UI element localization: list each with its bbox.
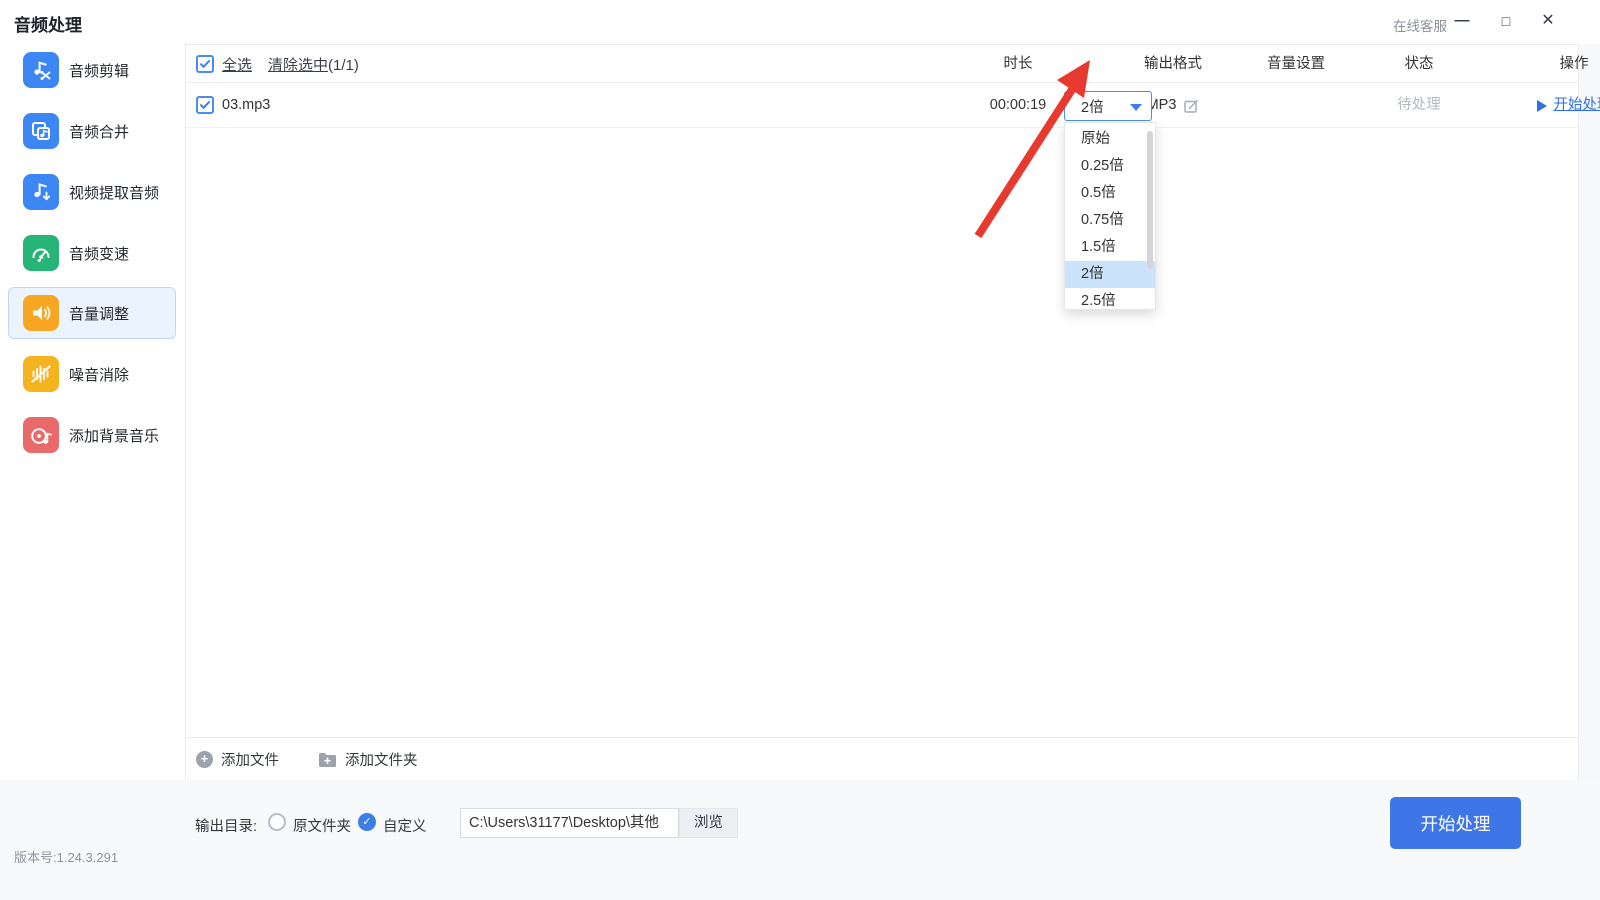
folder-plus-icon (319, 752, 336, 767)
play-icon (1536, 99, 1547, 112)
sidebar-item-audio-merge[interactable]: 音频合并 (8, 105, 176, 157)
maximize-button[interactable]: □ (1492, 8, 1520, 34)
sidebar-item-audio-cut[interactable]: 音频剪辑 (8, 44, 176, 96)
sidebar-item-bg-music[interactable]: 添加背景音乐 (8, 409, 176, 461)
sidebar-item-audio-speed[interactable]: 音频变速 (8, 227, 176, 279)
version-text: 版本号:1.24.3.291 (14, 850, 119, 865)
volume-option-15[interactable]: 1.5倍 (1065, 234, 1155, 261)
sidebar-item-label: 音频剪辑 (69, 62, 130, 80)
video-extract-audio-icon (23, 174, 59, 210)
sidebar-item-label: 音频合并 (69, 123, 130, 141)
volume-option-2[interactable]: 2倍 (1065, 261, 1155, 288)
list-header-row: 全选 清除选中(1/1) 时长 输出格式 音量设置 状态 操作 删除 (186, 45, 1589, 83)
plus-circle-icon: + (196, 751, 213, 768)
action-cell: 开始处理 (1519, 83, 1600, 128)
chevron-down-icon (1130, 104, 1142, 111)
row-checkbox[interactable] (196, 96, 214, 114)
file-name: 03.mp3 (222, 97, 271, 113)
volume-option-25[interactable]: 2.5倍 (1065, 288, 1155, 309)
dropdown-scrollbar[interactable] (1147, 131, 1153, 269)
audio-cut-icon (23, 52, 59, 88)
online-service-link[interactable]: 在线客服 (1393, 15, 1447, 35)
column-action: 操作 (1559, 56, 1589, 72)
column-duration: 时长 (1003, 56, 1033, 72)
volume-option-05[interactable]: 0.5倍 (1065, 180, 1155, 207)
volume-select-value: 2倍 (1081, 99, 1104, 116)
status-badge: 待处理 (1397, 97, 1441, 113)
browse-button[interactable]: 浏览 (679, 808, 738, 838)
volume-option-original[interactable]: 原始 (1065, 126, 1155, 153)
sidebar-item-label: 音量调整 (69, 305, 130, 323)
bg-music-icon (23, 417, 59, 453)
sidebar-item-label: 噪音消除 (69, 366, 130, 384)
add-file-button[interactable]: + 添加文件 (196, 738, 279, 781)
radio-original-label[interactable]: 原文件夹 (293, 815, 351, 836)
sidebar: 音频剪辑 音频合并 视频提取音频 音频变速 音量调整 噪音消除 添加背景音乐 (0, 44, 185, 780)
sidebar-item-volume-adjust[interactable]: 音量调整 (8, 287, 176, 339)
add-folder-button[interactable]: 添加文件夹 (318, 738, 418, 781)
column-output-format: 输出格式 (1144, 56, 1202, 72)
select-all-checkbox[interactable] (196, 55, 214, 73)
sidebar-item-label: 视频提取音频 (69, 184, 160, 202)
output-dir-label: 输出目录: (195, 819, 258, 835)
scrollbar-gutter[interactable] (1578, 44, 1600, 780)
radio-custom[interactable]: ✓ (358, 813, 376, 831)
start-process-button[interactable]: 开始处理 (1390, 797, 1521, 849)
volume-dropdown-menu: 原始 0.25倍 0.5倍 0.75倍 1.5倍 2倍 2.5倍 (1064, 122, 1156, 310)
table-row: 03.mp3 00:00:19 MP3 待处理 开始处理 (186, 83, 1600, 128)
volume-adjust-icon (23, 295, 59, 331)
sidebar-item-label: 音频变速 (69, 245, 130, 263)
radio-custom-label[interactable]: 自定义 (383, 815, 427, 836)
column-volume-setting: 音量设置 (1267, 56, 1325, 72)
sidebar-item-label: 添加背景音乐 (69, 427, 160, 445)
column-status: 状态 (1404, 56, 1434, 72)
output-path-input[interactable]: C:\Users\31177\Desktop\其他 (460, 808, 679, 838)
close-button[interactable]: ✕ (1534, 8, 1562, 34)
bottom-toolbar: + 添加文件 添加文件夹 (186, 737, 1578, 780)
start-process-link[interactable]: 开始处理 (1536, 83, 1600, 128)
select-all-link[interactable]: 全选 (222, 54, 252, 75)
volume-select[interactable]: 2倍 (1064, 91, 1152, 121)
sidebar-divider (185, 44, 186, 780)
audio-merge-icon (23, 113, 59, 149)
footer-bar (0, 780, 1600, 900)
noise-removal-icon (23, 356, 59, 392)
edit-format-icon[interactable] (1183, 98, 1199, 114)
volume-option-075[interactable]: 0.75倍 (1065, 207, 1155, 234)
volume-option-025[interactable]: 0.25倍 (1065, 153, 1155, 180)
sidebar-item-noise-removal[interactable]: 噪音消除 (8, 348, 176, 400)
sidebar-item-video-extract-audio[interactable]: 视频提取音频 (8, 166, 176, 218)
minimize-button[interactable]: — (1448, 8, 1476, 34)
radio-original-folder[interactable] (268, 813, 286, 831)
file-duration: 00:00:19 (989, 97, 1047, 113)
audio-speed-icon (23, 235, 59, 271)
clear-selected-link[interactable]: 清除选中(1/1) (268, 54, 359, 75)
page-title: 音频处理 (14, 16, 82, 35)
